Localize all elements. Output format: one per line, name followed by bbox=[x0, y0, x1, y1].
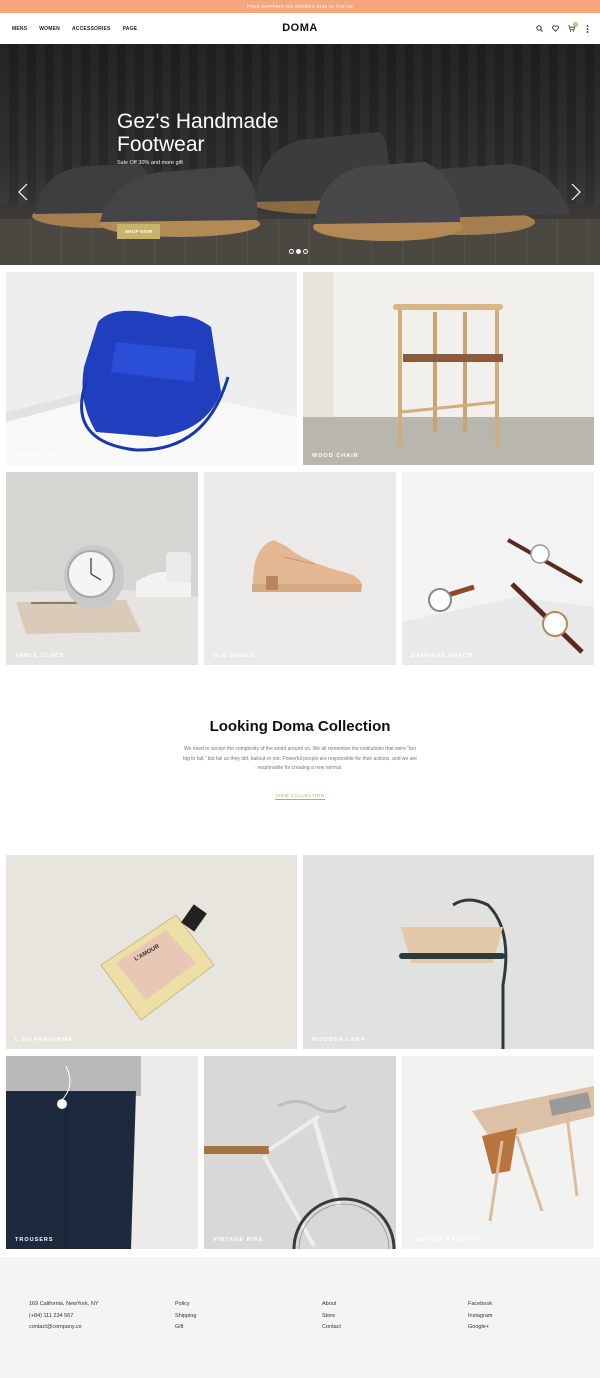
vintage-bike-image bbox=[204, 1100, 396, 1249]
collection-section: Looking Doma Collection We need to accep… bbox=[0, 700, 600, 820]
tile-perfume[interactable]: L'AMOUR L'AU PERFUNME bbox=[6, 855, 297, 1049]
slider-dot-1[interactable] bbox=[289, 249, 294, 254]
footer-link-shipping[interactable]: Shipping bbox=[175, 1313, 196, 1320]
tile-wooden-lamp[interactable]: WOODEN LAMP bbox=[303, 855, 594, 1049]
promo-text: FREE SHIPPING ON ORDERS $15& IN THE US bbox=[246, 4, 354, 9]
tile-label: WOODEN LAMP bbox=[312, 1037, 366, 1043]
hero-subtitle: Sale Off 30% and more gift bbox=[117, 160, 183, 166]
tile-table-clock[interactable]: TABLE CLOCK bbox=[6, 472, 198, 665]
tile-label: TROUSERS bbox=[15, 1237, 54, 1243]
tile-vintage-bike[interactable]: VINTAGE BIKE bbox=[204, 1056, 396, 1249]
nav-icons: 0 bbox=[535, 13, 591, 44]
footer-link-policy[interactable]: Policy bbox=[175, 1301, 196, 1308]
tile-label: L'AU PERFUNME bbox=[15, 1037, 74, 1043]
modern-bag-image bbox=[6, 310, 297, 465]
slider-dot-2[interactable] bbox=[296, 249, 301, 254]
old-shoes-image bbox=[252, 540, 362, 592]
hero-title: Gez's Handmade Footwear bbox=[117, 110, 279, 156]
more-icon[interactable] bbox=[583, 24, 591, 33]
trousers-image bbox=[6, 1056, 141, 1249]
footer: 169 California, NewYork, NY (+84) 111 23… bbox=[0, 1257, 600, 1378]
tile-modern-bag[interactable]: MODERN BAG bbox=[6, 272, 297, 465]
tile-old-shoes[interactable]: OLD SHOES bbox=[204, 472, 396, 665]
hero-slider: Gez's Handmade Footwear Sale Off 30% and… bbox=[0, 44, 600, 265]
heart-icon[interactable] bbox=[551, 25, 559, 33]
tile-label: OLD SHOES bbox=[213, 653, 255, 659]
bauhaus-watch-image bbox=[402, 538, 594, 665]
cart-count-badge: 0 bbox=[573, 21, 578, 27]
footer-email[interactable]: contact@company.co bbox=[29, 1324, 99, 1331]
tile-wood-chair[interactable]: WOOD CHAIR bbox=[303, 272, 594, 465]
footer-address: 169 California, NewYork, NY bbox=[29, 1301, 99, 1307]
footer-social: Facebook Instagram Google+ bbox=[468, 1301, 492, 1331]
tile-bauhaus-watch[interactable]: BAUHAUS WATCH bbox=[402, 472, 594, 665]
tile-label: BAUHAUS WATCH bbox=[411, 653, 473, 659]
tile-leather-baskets[interactable]: LEATHER BASKETS bbox=[402, 1056, 594, 1249]
main-nav: MENS WOMEN ACCESSORIES PAGE DOMA 0 bbox=[0, 13, 600, 44]
tile-label: TABLE CLOCK bbox=[15, 653, 66, 659]
slider-dots bbox=[289, 249, 308, 254]
nav-link-women[interactable]: WOMEN bbox=[39, 26, 60, 32]
view-collection-link-wrap: VIEW COLLECTION bbox=[0, 793, 600, 800]
footer-col-policy: Policy Shipping Gift bbox=[175, 1301, 196, 1331]
leather-baskets-image bbox=[472, 1086, 594, 1222]
nav-link-page[interactable]: PAGE bbox=[123, 26, 138, 32]
cart-icon[interactable]: 0 bbox=[567, 21, 578, 33]
footer-link-store[interactable]: Store bbox=[322, 1313, 341, 1320]
tile-trousers[interactable]: TROUSERS bbox=[6, 1056, 198, 1249]
tile-label: VINTAGE BIKE bbox=[213, 1237, 264, 1243]
logo[interactable]: DOMA bbox=[282, 22, 318, 34]
slider-dot-3[interactable] bbox=[303, 249, 308, 254]
shop-now-button[interactable]: SHOP NOW bbox=[117, 224, 160, 239]
footer-link-contact[interactable]: Contact bbox=[322, 1324, 341, 1331]
chevron-left-icon[interactable] bbox=[16, 182, 30, 202]
collection-title: Looking Doma Collection bbox=[209, 718, 391, 735]
nav-link-mens[interactable]: MENS bbox=[12, 26, 27, 32]
footer-phone: (+84) 111 234 567 bbox=[29, 1312, 74, 1319]
footer-link-gift[interactable]: Gift bbox=[175, 1324, 196, 1331]
chevron-right-icon[interactable] bbox=[569, 182, 583, 202]
promo-bar: FREE SHIPPING ON ORDERS $15& IN THE US bbox=[0, 0, 600, 13]
search-icon[interactable] bbox=[535, 25, 543, 33]
footer-contact: 169 California, NewYork, NY (+84) 111 23… bbox=[29, 1301, 99, 1331]
tile-label: LEATHER BASKETS bbox=[411, 1237, 480, 1243]
perfume-image: L'AMOUR bbox=[100, 904, 215, 1021]
table-clock-image bbox=[6, 545, 198, 665]
wooden-lamp-image bbox=[399, 898, 508, 1049]
nav-link-accessories[interactable]: ACCESSORIES bbox=[72, 26, 111, 32]
tile-label: WOOD CHAIR bbox=[312, 453, 359, 459]
tile-label: MODERN BAG bbox=[15, 453, 64, 459]
footer-link-instagram[interactable]: Instagram bbox=[468, 1313, 492, 1320]
footer-link-googleplus[interactable]: Google+ bbox=[468, 1324, 492, 1331]
wood-chair-image bbox=[303, 272, 594, 465]
footer-col-about: About Store Contact bbox=[322, 1301, 341, 1331]
collection-body: We need to accept the complexity of the … bbox=[183, 746, 417, 771]
footer-link-about[interactable]: About bbox=[322, 1301, 341, 1308]
nav-links: MENS WOMEN ACCESSORIES PAGE bbox=[12, 13, 137, 44]
footer-link-facebook[interactable]: Facebook bbox=[468, 1301, 492, 1308]
view-collection-link[interactable]: VIEW COLLECTION bbox=[275, 793, 325, 800]
